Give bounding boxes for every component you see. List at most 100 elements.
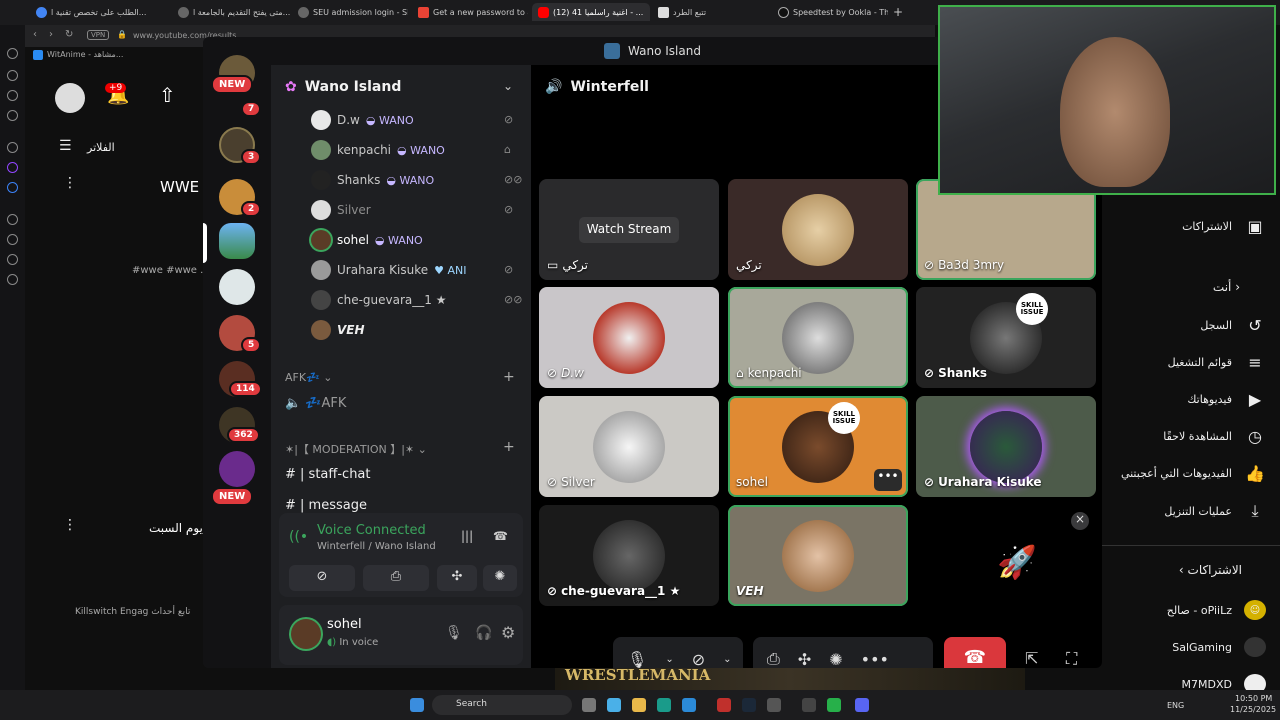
voice-member[interactable]: D.w ◒ WANO bbox=[311, 110, 414, 130]
more-icon[interactable]: ⋮ bbox=[63, 517, 77, 533]
app-icon[interactable] bbox=[607, 698, 621, 712]
sidebar-icon[interactable] bbox=[7, 254, 18, 265]
browser-tab[interactable]: Get a new password to ac bbox=[418, 3, 528, 21]
mic-icon[interactable]: 🎙 bbox=[627, 650, 647, 669]
avatar[interactable] bbox=[291, 619, 321, 649]
screen-share-button[interactable]: ⎙ bbox=[363, 565, 429, 591]
category-moderation[interactable]: ✶|【 MODERATION 】|✶ ⌄ bbox=[285, 441, 427, 457]
taskbar-search[interactable]: Search bbox=[432, 695, 572, 715]
folder-icon[interactable] bbox=[632, 698, 646, 712]
close-icon[interactable]: × bbox=[1071, 512, 1089, 530]
voice-channel-afk[interactable]: 🔈 💤AFK bbox=[285, 396, 346, 411]
history-icon[interactable] bbox=[7, 234, 18, 245]
sidebar-item-downloads[interactable]: عمليات التنزيل ⤓ bbox=[1164, 501, 1266, 521]
vpn-badge[interactable]: VPN bbox=[87, 30, 110, 40]
avatar[interactable] bbox=[55, 83, 85, 113]
mic-icon[interactable]: 🎙 bbox=[445, 625, 463, 641]
sidebar-icon[interactable] bbox=[7, 90, 18, 101]
soundboard-icon[interactable]: ✺ bbox=[829, 650, 842, 669]
sidebar-icon[interactable] bbox=[7, 70, 18, 81]
camera-off-icon[interactable]: ⊘ bbox=[692, 650, 705, 669]
sidebar-item-your-videos[interactable]: فيديوهاتك ▶ bbox=[1187, 389, 1266, 409]
sidebar-icon[interactable] bbox=[7, 142, 18, 153]
chevron-down-icon[interactable]: ⌄ bbox=[665, 654, 673, 665]
bookmark-link[interactable]: WitAnime - مشاهد... bbox=[47, 50, 123, 59]
discord-icon[interactable] bbox=[855, 698, 869, 712]
app-icon[interactable] bbox=[767, 698, 781, 712]
soundboard-button[interactable]: ✺ bbox=[483, 565, 517, 591]
video-tile[interactable]: ⊘ che-guevara__1 ★ bbox=[539, 505, 719, 606]
steam-icon[interactable] bbox=[742, 698, 756, 712]
browser-tab[interactable]: Speedtest by Ookla - The bbox=[778, 3, 888, 21]
voice-member[interactable]: Urahara Kisuke ♥ ANI bbox=[311, 260, 466, 280]
sidebar-icon[interactable] bbox=[7, 182, 18, 193]
disconnect-button[interactable]: ☎ bbox=[944, 637, 1006, 668]
edge-icon[interactable] bbox=[657, 698, 671, 712]
video-tile-speaking[interactable]: SKILL ISSUE sohel ••• bbox=[728, 396, 908, 497]
disconnect-icon[interactable]: ☎ bbox=[493, 529, 508, 543]
video-tile[interactable]: ⊘ Urahara Kisuke bbox=[916, 396, 1096, 497]
clock-time[interactable]: 10:50 PM bbox=[1235, 694, 1272, 703]
sidebar-item-playlists[interactable]: قوائم التشغيل ≡ bbox=[1168, 352, 1266, 372]
browser-tab[interactable]: SEU admission login - SE bbox=[298, 3, 408, 21]
headphones-icon[interactable]: 🎧 bbox=[475, 625, 492, 641]
settings-gear-icon[interactable]: ⚙ bbox=[501, 623, 515, 642]
popout-icon[interactable]: ⇱ bbox=[1025, 649, 1038, 668]
back-icon[interactable]: ‹ bbox=[33, 29, 37, 40]
video-tile[interactable]: ⌂ kenpachi bbox=[728, 287, 908, 388]
filters-label[interactable]: الفلاتر bbox=[87, 141, 115, 154]
language-indicator[interactable]: ENG bbox=[1167, 701, 1184, 710]
sidebar-item-history[interactable]: السجل ↺ bbox=[1200, 315, 1266, 335]
subs-header[interactable]: ‹ الاشتراكات bbox=[1179, 563, 1242, 577]
stream-tile[interactable]: Watch Stream ▭ تركي bbox=[539, 179, 719, 280]
voice-status[interactable]: Voice Connected bbox=[317, 523, 426, 538]
rocket-add-icon[interactable]: 🚀 bbox=[997, 543, 1037, 581]
taskview-icon[interactable] bbox=[582, 698, 596, 712]
forward-icon[interactable]: › bbox=[49, 29, 53, 40]
voice-member[interactable]: kenpachi ◒ WANO bbox=[311, 140, 445, 160]
chevron-down-icon[interactable]: ⌄ bbox=[723, 654, 731, 665]
settings-icon[interactable] bbox=[7, 274, 18, 285]
voice-member[interactable]: sohel ◒ WANO bbox=[311, 230, 423, 250]
video-tile[interactable]: تركي bbox=[728, 179, 908, 280]
browser-tab[interactable]: متى يفتح التقديم بالجامعة ا... bbox=[178, 3, 303, 21]
more-options-button[interactable]: ••• bbox=[874, 469, 902, 491]
camera-toggle-button[interactable]: ⊘ bbox=[289, 565, 355, 591]
text-channel[interactable]: # | staff-chat bbox=[285, 467, 371, 482]
app-icon[interactable] bbox=[802, 698, 816, 712]
more-icon[interactable]: ⋮ bbox=[63, 175, 77, 191]
video-thumbnail[interactable]: WRESTLEMANIA bbox=[555, 666, 1025, 690]
activities-button[interactable]: ✣ bbox=[437, 565, 477, 591]
new-tab-button[interactable]: + bbox=[893, 3, 903, 21]
watch-stream-button[interactable]: Watch Stream bbox=[579, 217, 679, 243]
add-channel-icon[interactable]: + bbox=[503, 439, 515, 455]
activities-icon[interactable]: ✣ bbox=[798, 650, 811, 669]
more-icon[interactable]: ••• bbox=[861, 650, 889, 669]
server-header[interactable]: ✿ Wano Island bbox=[285, 79, 401, 95]
start-icon[interactable] bbox=[410, 698, 424, 712]
sidebar-item-watch-later[interactable]: المشاهدة لاحقًا ◷ bbox=[1163, 426, 1266, 446]
twitch-icon[interactable] bbox=[7, 162, 18, 173]
voice-member[interactable]: Shanks ◒ WANO bbox=[311, 170, 434, 190]
chevron-down-icon[interactable]: ⌄ bbox=[503, 79, 513, 93]
reload-icon[interactable]: ↻ bbox=[65, 29, 73, 40]
app-icon[interactable] bbox=[827, 698, 841, 712]
sub-channel[interactable]: صالح - oPiiLz ☺ bbox=[1167, 600, 1266, 620]
browser-tab[interactable]: تتبع الطرد bbox=[658, 3, 758, 21]
result-title[interactable]: WWE bbox=[160, 178, 199, 196]
result-title[interactable]: يوم السبت bbox=[149, 521, 203, 535]
server-icon[interactable] bbox=[219, 451, 255, 487]
category-afk[interactable]: AFK💤 ⌄ bbox=[285, 371, 332, 384]
upload-icon[interactable]: ⇧ bbox=[159, 83, 176, 107]
video-tile[interactable]: ⊘ Silver bbox=[539, 396, 719, 497]
sub-channel[interactable]: SalGaming bbox=[1172, 637, 1266, 657]
app-icon[interactable] bbox=[682, 698, 696, 712]
fullscreen-icon[interactable]: ⛶ bbox=[1066, 649, 1077, 668]
browser-tab[interactable]: الطلب على تخصص تقنية ا... bbox=[36, 3, 166, 21]
add-channel-icon[interactable]: + bbox=[503, 369, 515, 385]
clock-date[interactable]: 11/25/2025 bbox=[1230, 705, 1276, 714]
text-channel[interactable]: # | message bbox=[285, 498, 367, 513]
server-icon-active[interactable] bbox=[219, 223, 255, 259]
you-header[interactable]: أنت › bbox=[1213, 280, 1240, 294]
voice-member[interactable]: VEH bbox=[311, 320, 365, 340]
